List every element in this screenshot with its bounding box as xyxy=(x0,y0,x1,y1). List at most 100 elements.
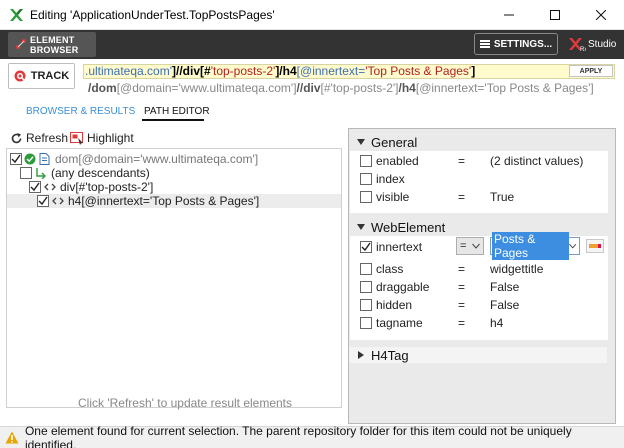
path-seg: ]/ xyxy=(275,64,283,78)
tree-checkbox[interactable] xyxy=(29,181,41,193)
attr-name: tagname xyxy=(376,316,423,330)
regex-edit-button[interactable] xyxy=(586,239,604,253)
refresh-button[interactable]: Refresh xyxy=(10,131,68,145)
minimize-button[interactable] xyxy=(486,0,532,30)
operator-value: = xyxy=(460,240,467,252)
section-h4tag-label: H4Tag xyxy=(371,347,409,363)
attr-checkbox[interactable] xyxy=(360,241,372,253)
ranorex-x-icon xyxy=(10,9,23,21)
path-seg-dom: dom xyxy=(91,81,117,95)
path-seg-attr: [@innertext= xyxy=(296,64,366,78)
path-seg-domain: [@domain='www.ultimateqa.com'] xyxy=(116,81,297,95)
attr-operator: = xyxy=(458,298,466,312)
tree-node-dom[interactable]: dom[@domain='www.ultimateqa.com'] xyxy=(10,152,258,166)
value-select[interactable]: Posts & Pages xyxy=(490,232,580,260)
descendants-icon xyxy=(36,168,46,179)
element-tag-icon xyxy=(44,183,56,191)
studio-label: Studio xyxy=(588,38,617,50)
studio-logo-icon: Rx xyxy=(569,38,586,52)
path-seg: ]// xyxy=(172,64,183,78)
track-button[interactable]: TRACK xyxy=(8,63,75,89)
highlight-button[interactable]: Highlight xyxy=(70,131,134,145)
active-tab-indicator xyxy=(142,119,204,121)
attr-operator: = xyxy=(458,154,466,168)
attr-checkbox[interactable] xyxy=(360,299,372,311)
tree-checkbox[interactable] xyxy=(37,195,49,207)
element-browser-label: ELEMENT BROWSER xyxy=(30,34,79,55)
path-seg-id: [#'top-posts-2'] xyxy=(320,81,399,95)
highlight-icon xyxy=(70,131,83,145)
attr-row-innertext: innertext = Posts & Pages xyxy=(350,232,608,260)
section-general: enabled = (2 distinct values) index visi… xyxy=(350,151,608,213)
attr-name: hidden xyxy=(376,298,413,312)
section-webelement-header[interactable]: WebElement xyxy=(349,219,445,235)
close-icon xyxy=(596,10,606,20)
attr-checkbox[interactable] xyxy=(360,155,372,167)
attr-name: enabled xyxy=(376,154,419,168)
tree-node-div[interactable]: div[#'top-posts-2'] xyxy=(29,180,153,194)
refresh-hint: Click 'Refresh' to update result element… xyxy=(78,396,293,410)
tab-browser-results[interactable]: BROWSER & RESULTS xyxy=(26,106,135,117)
attr-checkbox[interactable] xyxy=(360,173,372,185)
track-label: TRACK xyxy=(30,70,70,82)
attr-row-index: index xyxy=(350,171,608,187)
attr-name: visible xyxy=(376,190,410,204)
studio-link[interactable]: Rx Studio xyxy=(568,36,616,52)
attr-operator: = xyxy=(458,316,466,330)
tree-node-h4[interactable]: h4[@innertext='Top Posts & Pages'] xyxy=(7,194,341,208)
path-preview: /dom[@domain='www.ultimateqa.com']//div[… xyxy=(88,81,594,95)
chevron-down-icon xyxy=(472,243,480,249)
settings-label: SETTINGS... xyxy=(493,38,553,50)
path-seg-div: div xyxy=(303,81,321,95)
path-seg: [# xyxy=(200,64,211,78)
attribute-panel: General enabled = (2 distinct values) in… xyxy=(348,128,616,424)
settings-button[interactable]: SETTINGS... xyxy=(474,33,558,55)
tree-node-label: h4[@innertext='Top Posts & Pages'] xyxy=(68,194,260,208)
attr-row-enabled: enabled = (2 distinct values) xyxy=(350,153,608,169)
operator-select[interactable]: = xyxy=(456,237,484,255)
attr-name: index xyxy=(376,172,405,186)
attr-name: draggable xyxy=(376,280,430,294)
attr-value: (2 distinct values) xyxy=(490,154,584,168)
attr-checkbox[interactable] xyxy=(360,191,372,203)
title-bar: Editing 'ApplicationUnderTest.TopPostsPa… xyxy=(0,0,624,30)
element-browser-icon xyxy=(16,39,26,49)
path-input[interactable]: .ultimateqa.com']//div[#'top-posts-2']/h… xyxy=(83,64,615,79)
section-general-header[interactable]: General xyxy=(349,134,417,150)
attr-value: True xyxy=(490,190,515,204)
tree-node-any-descendants[interactable]: (any descendants) xyxy=(20,166,150,180)
maximize-button[interactable] xyxy=(532,0,578,30)
close-button[interactable] xyxy=(578,0,624,30)
attr-value: False xyxy=(490,280,520,294)
warning-icon xyxy=(5,431,19,444)
attr-checkbox[interactable] xyxy=(360,317,372,329)
attr-operator: = xyxy=(458,190,466,204)
attr-operator: = xyxy=(458,262,466,276)
path-seg: ] xyxy=(471,64,476,78)
window-title: Editing 'ApplicationUnderTest.TopPostsPa… xyxy=(30,8,275,22)
path-seg-domain: .ultimateqa.com' xyxy=(85,64,172,78)
attr-row-visible: visible = True xyxy=(350,189,608,205)
tree-checkbox[interactable] xyxy=(10,153,22,165)
tree-checkbox[interactable] xyxy=(20,167,32,179)
attr-checkbox[interactable] xyxy=(360,263,372,275)
section-h4tag-header[interactable]: H4Tag xyxy=(349,347,607,363)
attr-value: h4 xyxy=(490,316,504,330)
section-webelement: innertext = Posts & Pages class = widget… xyxy=(350,232,608,340)
attr-name: class xyxy=(376,262,404,276)
tree-node-label: (any descendants) xyxy=(51,166,150,180)
path-seg-innertext: 'Top Posts & Pages' xyxy=(365,64,472,78)
attr-row-draggable: draggable = False xyxy=(350,279,608,295)
attr-row-hidden: hidden = False xyxy=(350,297,608,313)
apply-button[interactable]: APPLY xyxy=(569,65,613,77)
element-browser-button[interactable]: ELEMENT BROWSER xyxy=(8,32,96,57)
selected-value: Posts & Pages xyxy=(492,232,569,260)
attr-checkbox[interactable] xyxy=(360,281,372,293)
section-general-label: General xyxy=(371,134,418,150)
tab-path-editor[interactable]: PATH EDITOR xyxy=(144,106,210,117)
attr-row-tagname: tagname = h4 xyxy=(350,315,608,331)
edit-pencil-icon xyxy=(589,244,601,248)
attr-value: widgettitle xyxy=(490,262,544,276)
attr-operator: = xyxy=(458,280,466,294)
status-message: One element found for current selection.… xyxy=(24,423,572,448)
